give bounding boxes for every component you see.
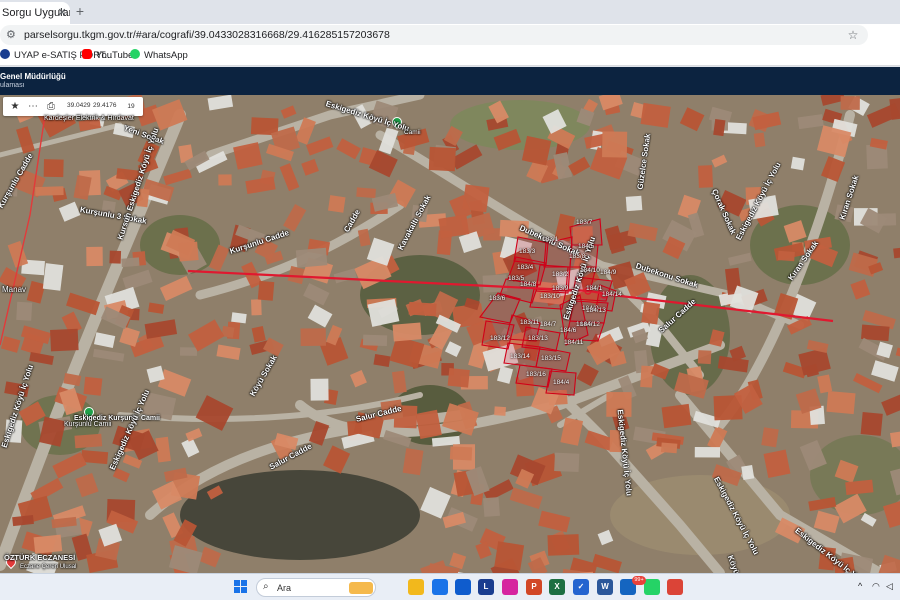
bookmark-youtube[interactable]: YouTube (82, 49, 133, 63)
parcel-label[interactable]: 184/4 (553, 379, 569, 386)
youtube-icon (82, 49, 92, 59)
parcel-label[interactable]: 183/9 (552, 285, 568, 292)
parcel-label[interactable]: 183/12 (490, 335, 510, 342)
bookmarks-bar: UYAP e-SATIŞ PORT... YouTube WhatsApp (0, 46, 900, 66)
poi-label: Eczane Çeren Ulusal (20, 564, 77, 570)
site-header: Genel Müdürlüğü ulaması (0, 67, 900, 95)
whatsapp-icon[interactable] (644, 579, 660, 595)
uyap-icon (0, 49, 10, 59)
bookmark-star-icon[interactable]: ☆ (846, 28, 860, 42)
parcel-label[interactable]: 183/4 (517, 264, 533, 271)
wifi-icon[interactable]: ◠ (872, 581, 880, 592)
volume-icon[interactable]: ◁ (886, 581, 893, 592)
poi-label: Camii (404, 129, 421, 136)
print-icon[interactable]: ⎙ (42, 97, 60, 116)
notification-badge: 99+ (632, 576, 646, 585)
close-tab-icon[interactable]: ✕ (55, 6, 69, 20)
parcel-label[interactable]: 183/8 (569, 253, 585, 260)
parcel-label[interactable]: 184/12 (580, 321, 600, 328)
store-icon[interactable] (432, 579, 448, 595)
satellite-map[interactable]: ★ ⋯ ⎙ 39.0429 29.4176 19 Eskigediz Köyü … (0, 95, 900, 573)
parcel-label[interactable]: 184/14 (602, 291, 622, 298)
poi-label: Kardeşler Elektrik & Hırdavat (44, 115, 134, 122)
parcel-label[interactable]: 184/5 (578, 243, 594, 250)
taskbar: ⌕ Ara L P X ✓ W 99+ ^ ◠ ◁ (0, 573, 900, 600)
parcel-label[interactable]: 184/11 (564, 339, 583, 346)
poi-label: Manav (2, 285, 27, 294)
parcel-label[interactable]: 183/14 (510, 353, 530, 360)
parcel-label[interactable]: 183/11 (520, 319, 539, 326)
bookmark-whatsapp[interactable]: WhatsApp (130, 49, 188, 63)
url-text[interactable]: parselsorgu.tkgm.gov.tr/#ara/cografi/39.… (24, 29, 390, 41)
chrome-icon[interactable] (667, 579, 683, 595)
bookmark-label: YouTube (96, 50, 134, 61)
mail-icon[interactable] (455, 579, 471, 595)
org-subtitle: ulaması (0, 82, 25, 89)
zoom-level: 19 (127, 103, 135, 110)
parcel-label[interactable]: 183/3 (519, 248, 535, 255)
poi-label: ÖZTÜRK ECZANESİ (4, 553, 76, 562)
parcel-label[interactable]: 184/6 (560, 327, 576, 334)
lexicon-icon[interactable]: L (478, 579, 494, 595)
parcel-label[interactable]: 184/9 (600, 269, 616, 276)
word-icon[interactable]: W (597, 579, 613, 595)
instagram-icon[interactable] (502, 579, 518, 595)
latitude-readout: 39.0429 (67, 102, 91, 109)
parcel-label[interactable]: 184/1 (586, 285, 602, 292)
address-bar: ⚙ parselsorgu.tkgm.gov.tr/#ara/cografi/3… (0, 24, 900, 64)
todo-icon[interactable]: ✓ (573, 579, 589, 595)
parcel-label[interactable]: 183/10 (540, 293, 560, 300)
parcel-label[interactable]: 184/13 (586, 307, 606, 314)
longitude-readout: 29.4176 (93, 102, 117, 109)
file-explorer-icon[interactable] (408, 579, 424, 595)
parcel-label[interactable]: 183/13 (528, 335, 548, 342)
powerpoint-icon[interactable]: P (526, 579, 542, 595)
tab-strip: Sorgu Uygulamas ✕ + (0, 0, 900, 24)
parcel-label[interactable]: 183/6 (489, 295, 505, 302)
browser-tab[interactable]: Sorgu Uygulamas ✕ (0, 2, 70, 24)
org-name: Genel Müdürlüğü (0, 72, 66, 81)
parcel-label[interactable]: 183/2 (552, 271, 568, 278)
omnibox[interactable]: ⚙ parselsorgu.tkgm.gov.tr/#ara/cografi/3… (0, 25, 868, 45)
map-imagery (0, 95, 900, 573)
share-icon[interactable]: ⋯ (24, 97, 42, 116)
tray-chevron-icon[interactable]: ^ (858, 581, 862, 591)
start-button[interactable] (234, 580, 248, 594)
bookmark-label: WhatsApp (144, 50, 188, 61)
search-highlight-icon (349, 582, 373, 594)
search-placeholder: Ara (277, 583, 292, 593)
taskbar-search[interactable]: ⌕ Ara (256, 578, 376, 597)
parcel-label[interactable]: 184/10 (580, 267, 600, 274)
parcel-label[interactable]: 183/15 (541, 355, 561, 362)
site-info-icon[interactable]: ⚙ (6, 28, 20, 42)
poi-label: Kurşunlu Camii (64, 421, 112, 428)
parcel-label[interactable]: 183/16 (526, 371, 546, 378)
parcel-label[interactable]: 184/8 (520, 281, 536, 288)
whatsapp-icon (130, 49, 140, 59)
map-toolbar: ★ ⋯ ⎙ 39.0429 29.4176 19 (3, 97, 143, 116)
excel-icon[interactable]: X (549, 579, 565, 595)
new-tab-button[interactable]: + (72, 3, 88, 19)
parcel-label[interactable]: 184/7 (540, 321, 556, 328)
parcel-label[interactable]: 183/7 (576, 219, 592, 226)
favorite-star-icon[interactable]: ★ (6, 97, 24, 116)
parcel-label[interactable]: 183/1 (542, 236, 558, 243)
search-icon: ⌕ (263, 581, 269, 592)
